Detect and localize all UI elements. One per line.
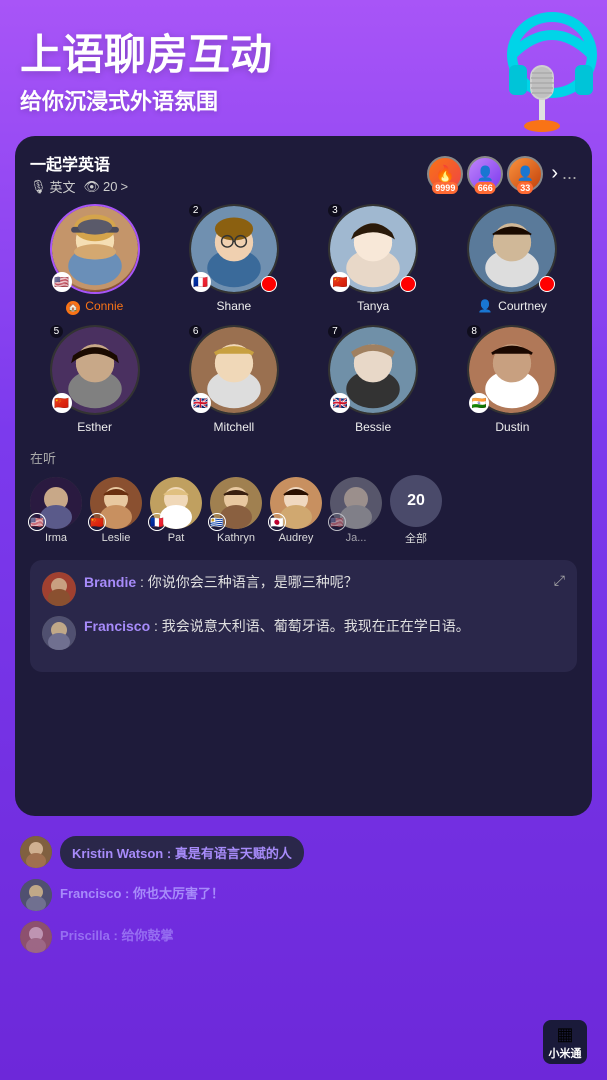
main-card: 一起学英语 🎙 英文 👁 20 > 🔥 9999 👤 <box>15 136 592 816</box>
room-title: 一起学英语 <box>30 151 128 175</box>
comment-priscilla: Priscilla : 给你鼓掌 <box>20 921 587 953</box>
room-avatar-2[interactable]: 👤 666 <box>467 156 503 192</box>
user-icon-courtney: 👤 <box>478 299 493 313</box>
comment-avatar-kristin[interactable] <box>20 836 52 868</box>
record-dot-shane <box>261 276 277 292</box>
decoration <box>467 10 597 150</box>
speaker-bessie[interactable]: 🇬🇧 7 Bessie <box>309 325 438 434</box>
room-title-area: 一起学英语 🎙 英文 👁 20 > <box>30 151 128 196</box>
expand-icon[interactable]: ⤢ <box>554 572 565 589</box>
room-more-chevron[interactable]: › <box>551 162 558 185</box>
speaker-tanya[interactable]: 🇨🇳 3 Tanya <box>309 204 438 315</box>
speaker-name-bessie: Bessie <box>355 420 391 434</box>
listeners-label: 在听 <box>30 448 577 467</box>
room-views: 👁 20 > <box>84 179 129 195</box>
rank-esther: 5 <box>50 325 64 338</box>
speaker-esther[interactable]: 🇨🇳 5 Esther <box>30 325 159 434</box>
speaker-name-courtney: 👤 Courtney <box>478 299 547 313</box>
speaker-name-mitchell: Mitchell <box>214 420 255 434</box>
room-avatar-badge-2: 666 <box>475 182 496 194</box>
chat-text-francisco: Francisco : 我会说意大利语、葡萄牙语。我现在正在学日语。 <box>84 616 470 637</box>
chat-message-brandie: Brandie : 你说你会三种语言，是哪三种呢？ <box>42 572 554 606</box>
speaker-dustin[interactable]: 🇮🇳 8 Dustin <box>448 325 577 434</box>
rank-bessie: 7 <box>328 325 342 338</box>
room-language: 🎙 英文 <box>30 177 76 196</box>
listener-audrey[interactable]: 🇯🇵 Audrey <box>270 477 322 544</box>
comment-francisco2: Francisco : 你也太厉害了！ <box>20 879 587 911</box>
record-dot-courtney <box>539 276 555 292</box>
rank-tanya: 3 <box>328 204 342 217</box>
listener-name-leslie: Leslie <box>102 532 131 544</box>
speaker-mitchell[interactable]: 🇬🇧 6 Mitchell <box>169 325 298 434</box>
room-avatar-badge-3: 33 <box>517 182 533 194</box>
chat-avatar-brandie[interactable] <box>42 572 76 606</box>
logo-text: 小米通 <box>549 1045 582 1061</box>
logo-box: ▦ 小米通 <box>543 1020 587 1064</box>
comment-text-priscilla: Priscilla : 给你鼓掌 <box>60 921 173 948</box>
speaker-shane[interactable]: 🇫🇷 2 Shane <box>169 204 298 315</box>
speaker-name-esther: Esther <box>77 420 112 434</box>
header: 上语聊房互动 给你沉浸式外语氛围 <box>0 0 607 126</box>
comments-section: Kristin Watson : 真是有语言天赋的人 Francisco : 你… <box>0 828 607 953</box>
chat-text-brandie: Brandie : 你说你会三种语言，是哪三种呢？ <box>84 572 358 593</box>
chat-avatar-francisco[interactable] <box>42 616 76 650</box>
comment-bubble-kristin: Kristin Watson : 真是有语言天赋的人 <box>60 836 304 869</box>
comment-avatar-francisco2[interactable] <box>20 879 52 911</box>
bottom-logo: ▦ 小米通 <box>543 1020 587 1064</box>
all-count-label: 全部 <box>405 530 427 546</box>
listener-j[interactable]: 🇺🇸 Ja... <box>330 477 382 544</box>
listener-pat[interactable]: 🇫🇷 Pat <box>150 477 202 544</box>
room-options[interactable]: ... <box>562 163 577 184</box>
listener-name-irma: Irma <box>45 532 67 544</box>
record-dot-tanya <box>400 276 416 292</box>
listener-leslie[interactable]: 🇨🇳 Leslie <box>90 477 142 544</box>
listener-kathryn[interactable]: 🇺🇾 Kathryn <box>210 477 262 544</box>
host-icon: 🏠 <box>66 301 80 315</box>
room-avatar-badge-1: 9999 <box>432 182 458 194</box>
comment-avatar-priscilla[interactable] <box>20 921 52 953</box>
mic-icon: 🎙 <box>30 179 47 195</box>
room-meta: 🎙 英文 👁 20 > <box>30 177 128 196</box>
chat-name-brandie: Brandie <box>84 574 136 590</box>
listener-name-pat: Pat <box>168 532 185 544</box>
rank-dustin: 8 <box>467 325 481 338</box>
speaker-name-dustin: Dustin <box>495 420 529 434</box>
comment-kristin: Kristin Watson : 真是有语言天赋的人 <box>20 836 587 869</box>
speaker-name-connie: 🏠 Connie <box>66 299 123 315</box>
chat-section: ⤢ Brandie : 你说你会三种语言，是哪三种呢？ <box>30 560 577 672</box>
speakers-grid: 🇺🇸 🏠 Connie <box>30 204 577 434</box>
all-listeners[interactable]: 20 全部 <box>390 475 442 546</box>
chat-name-francisco: Francisco <box>84 618 150 634</box>
chat-message-francisco: Francisco : 我会说意大利语、葡萄牙语。我现在正在学日语。 <box>42 616 565 650</box>
room-avatar-3[interactable]: 👤 33 <box>507 156 543 192</box>
rank-mitchell: 6 <box>189 325 203 338</box>
speaker-name-shane: Shane <box>217 299 252 313</box>
listeners-row: 🇺🇸 Irma 🇨🇳 Le <box>30 475 577 546</box>
room-header: 一起学英语 🎙 英文 👁 20 > 🔥 9999 👤 <box>30 151 577 196</box>
listener-name-kathryn: Kathryn <box>217 532 255 544</box>
all-count-number: 20 <box>407 492 425 510</box>
listener-irma[interactable]: 🇺🇸 Irma <box>30 477 82 544</box>
speaker-connie[interactable]: 🇺🇸 🏠 Connie <box>30 204 159 315</box>
eye-icon: 👁 <box>84 179 101 195</box>
comment-text-francisco2: Francisco : 你也太厉害了！ <box>60 879 224 906</box>
room-avatars: 🔥 9999 👤 666 👤 33 › ... <box>427 156 577 192</box>
room-avatar-1[interactable]: 🔥 9999 <box>427 156 463 192</box>
rank-shane: 2 <box>189 204 203 217</box>
listener-name-j: Ja... <box>346 532 367 544</box>
speaker-courtney[interactable]: 👤 Courtney <box>448 204 577 315</box>
speaker-name-tanya: Tanya <box>357 299 389 313</box>
listener-name-audrey: Audrey <box>279 532 314 544</box>
listeners-section: 在听 🇺🇸 Irma <box>30 448 577 546</box>
logo-icon: ▦ <box>556 1024 573 1045</box>
